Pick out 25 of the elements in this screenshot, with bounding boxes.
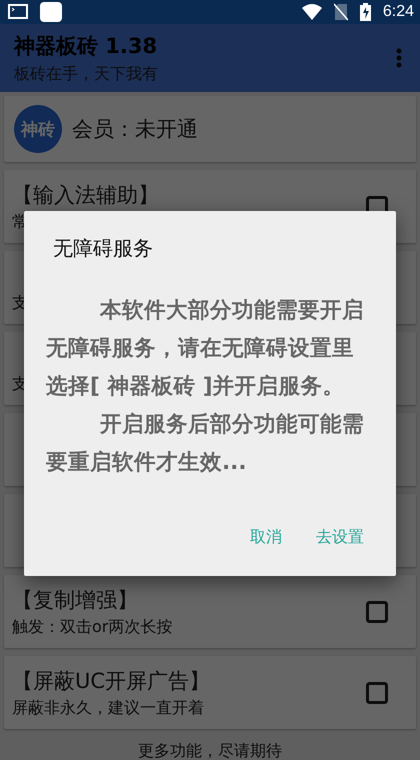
feature-title: 【屏蔽UC开屏广告】 — [12, 668, 212, 695]
terminal-icon — [8, 4, 28, 20]
no-sim-icon — [334, 3, 348, 21]
clock: 6:24 — [382, 3, 414, 21]
dialog-button[interactable]: 去设置 — [306, 519, 374, 556]
checkbox[interactable] — [366, 682, 388, 704]
feature-description: 触发：双击or两次长按 — [12, 617, 174, 638]
dialog-button[interactable]: 取消 — [240, 519, 292, 556]
dialog-message: 开启服务后部分功能可能需要重启软件才生效... — [46, 411, 365, 477]
feature-card[interactable]: 【复制增强】 触发：双击or两次长按 — [4, 575, 416, 648]
avatar-logo: 神砖 — [14, 105, 62, 153]
app-subtitle: 板砖在手，天下我有 — [14, 64, 159, 84]
member-status: 会员：未开通 — [72, 116, 198, 143]
battery-charging-icon — [360, 3, 371, 21]
wifi-icon — [302, 4, 322, 20]
footer-note: 更多功能，尽请期待 — [138, 741, 282, 760]
feature-card[interactable]: 【屏蔽UC开屏广告】 屏蔽非永久，建议一直开着 — [4, 656, 416, 729]
feature-title: 【输入法辅助】 — [12, 182, 160, 209]
notification-icon — [40, 2, 62, 22]
feature-title: 【复制增强】 — [12, 587, 139, 614]
dialog-message: 本软件大部分功能需要开启无障碍服务，请在无障碍设置里选择[ 神器板砖 ]并开启服务。 — [46, 297, 365, 401]
app-title: 神器板砖 1.38 — [14, 32, 158, 60]
member-card[interactable]: 神砖 会员：未开通 — [4, 96, 416, 162]
feature-description: 屏蔽非永久，建议一直开着 — [12, 698, 205, 719]
checkbox[interactable] — [366, 600, 388, 622]
